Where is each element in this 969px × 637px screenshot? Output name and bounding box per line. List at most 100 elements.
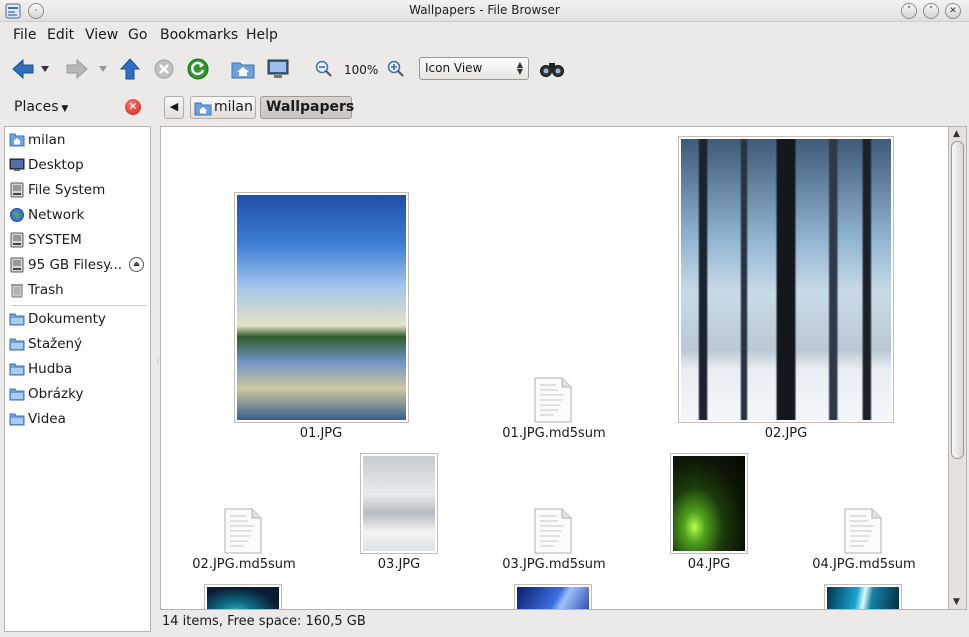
- sidebar-item-label: milan: [28, 132, 66, 148]
- chevron-left-icon: ◀: [169, 100, 179, 113]
- scroll-down-icon[interactable]: ▼: [953, 597, 960, 607]
- menu-go[interactable]: Go: [128, 27, 147, 43]
- sidebar-separator: [11, 305, 147, 306]
- sidebar-item-videa[interactable]: Videa: [5, 407, 150, 431]
- breadcrumb-back-button[interactable]: ◀: [164, 96, 184, 119]
- sidebar-item-label: Trash: [28, 282, 64, 298]
- sidebar-item-label: Dokumenty: [28, 311, 106, 327]
- home-folder-icon: [194, 100, 212, 120]
- file-name: 04.JPG.md5sum: [812, 557, 916, 572]
- file-name: 02.JPG.md5sum: [192, 557, 296, 572]
- text-file-icon: [534, 508, 572, 554]
- file-name: 04.JPG: [687, 557, 731, 572]
- back-icon[interactable]: [10, 56, 36, 82]
- file-icon-view[interactable]: 01.JPG 01.JPG.md5sum 02.JPG 02.JPG.md5su…: [160, 126, 949, 610]
- title-bar: · Wallpapers - File Browser ˅ ˄ ✕: [0, 0, 969, 22]
- file-name: 03.JPG.md5sum: [502, 557, 606, 572]
- scroll-thumb[interactable]: [951, 141, 964, 459]
- sidebar-item-trash[interactable]: Trash: [5, 278, 150, 302]
- places-sidebar: milan Desktop File System Network SYSTEM…: [4, 126, 151, 632]
- home-icon[interactable]: [230, 56, 256, 82]
- forward-history-icon[interactable]: [96, 56, 110, 82]
- zoom-level: 100%: [344, 63, 379, 77]
- sidebar-item-file-system[interactable]: File System: [5, 178, 150, 202]
- zoom-out-icon[interactable]: [311, 56, 337, 82]
- view-mode-value: Icon View: [425, 61, 483, 75]
- folder-icon: [9, 336, 25, 352]
- sidebar-item-label: Obrázky: [28, 386, 84, 402]
- sidebar-item-label: 95 GB Filesy...: [28, 257, 123, 273]
- minimize-icon[interactable]: ˅: [901, 3, 917, 19]
- breadcrumb-home[interactable]: milan: [190, 96, 256, 119]
- window-title: Wallpapers - File Browser: [409, 3, 560, 17]
- sidebar-item-label: Stažený: [28, 336, 83, 352]
- close-panel-icon[interactable]: ✕: [125, 99, 141, 115]
- sidebar-item-hudba[interactable]: Hudba: [5, 357, 150, 381]
- sidebar-item-dokumenty[interactable]: Dokumenty: [5, 307, 150, 331]
- places-title: Places: [14, 99, 59, 115]
- image-thumbnail-partial[interactable]: [824, 584, 902, 609]
- sidebar-item-label: SYSTEM: [28, 232, 82, 248]
- reload-icon[interactable]: [185, 56, 211, 82]
- breadcrumb-current[interactable]: Wallpapers: [260, 96, 355, 119]
- image-thumbnail-partial[interactable]: [514, 584, 592, 609]
- sidebar-item-label: Network: [28, 207, 85, 223]
- sidebar-item-label: File System: [28, 182, 106, 198]
- up-icon[interactable]: [117, 56, 143, 82]
- back-history-icon[interactable]: [38, 56, 52, 82]
- select-arrows-icon: ▲ ▼: [516, 60, 523, 76]
- file-name: 01.JPG: [299, 426, 343, 441]
- menu-edit[interactable]: Edit: [47, 27, 74, 43]
- sidebar-item-system[interactable]: SYSTEM: [5, 228, 150, 252]
- eject-icon[interactable]: ⏏: [129, 257, 144, 272]
- sidebar-item-desktop[interactable]: Desktop: [5, 153, 150, 177]
- sidebar-item-obrazky[interactable]: Obrázky: [5, 382, 150, 406]
- close-icon[interactable]: ✕: [945, 3, 961, 19]
- sidebar-item-95gb-filesystem[interactable]: 95 GB Filesy... ⏏: [5, 253, 150, 277]
- sidebar-item-label: Videa: [28, 411, 66, 427]
- sidebar-item-network[interactable]: Network: [5, 203, 150, 227]
- zoom-in-icon[interactable]: [383, 56, 409, 82]
- sidebar-item-stazeny[interactable]: Stažený: [5, 332, 150, 356]
- maximize-icon[interactable]: ˄: [923, 3, 939, 19]
- desktop-icon: [9, 157, 25, 173]
- network-icon: [9, 207, 25, 223]
- menu-help[interactable]: Help: [246, 27, 278, 43]
- forward-icon[interactable]: [64, 56, 90, 82]
- file-name: 01.JPG.md5sum: [502, 426, 606, 441]
- drive-icon: [9, 182, 25, 198]
- folder-icon: [9, 361, 25, 377]
- image-thumbnail: [360, 453, 438, 554]
- breadcrumb-home-label: milan: [214, 99, 253, 115]
- stop-icon[interactable]: [151, 56, 177, 82]
- sidebar-item-label: Hudba: [28, 361, 73, 377]
- image-thumbnail-partial[interactable]: [204, 584, 282, 609]
- text-file-icon: [844, 508, 882, 554]
- image-thumbnail: [234, 192, 409, 423]
- view-mode-select[interactable]: Icon View ▲ ▼: [419, 57, 529, 80]
- chevron-down-icon: ▼: [58, 104, 69, 114]
- folder-icon: [9, 311, 25, 327]
- drive-icon: [9, 232, 25, 248]
- scroll-up-icon[interactable]: ▲: [953, 129, 960, 139]
- vertical-scrollbar[interactable]: ▲ ▼: [949, 126, 967, 610]
- find-icon[interactable]: [538, 56, 566, 82]
- file-name: 02.JPG: [764, 426, 808, 441]
- menu-file[interactable]: File: [13, 27, 36, 43]
- drive-icon: [9, 257, 25, 273]
- breadcrumb-current-label: Wallpapers: [266, 99, 355, 115]
- computer-icon[interactable]: [265, 56, 291, 82]
- sidebar-item-label: Desktop: [28, 157, 84, 173]
- menu-view[interactable]: View: [85, 27, 118, 43]
- status-bar: 14 items, Free space: 160,5 GB: [162, 614, 366, 629]
- folder-icon: [9, 386, 25, 402]
- folder-icon: [9, 411, 25, 427]
- trash-icon: [9, 282, 25, 298]
- toolbar: 100% Icon View ▲ ▼: [0, 50, 969, 88]
- image-thumbnail: [670, 453, 748, 554]
- menu-bar: File Edit View Go Bookmarks Help: [0, 23, 969, 47]
- text-file-icon: [534, 377, 572, 423]
- menu-bookmarks[interactable]: Bookmarks: [160, 27, 238, 43]
- places-header[interactable]: Places ▼: [14, 99, 68, 115]
- sidebar-item-milan[interactable]: milan: [5, 128, 150, 152]
